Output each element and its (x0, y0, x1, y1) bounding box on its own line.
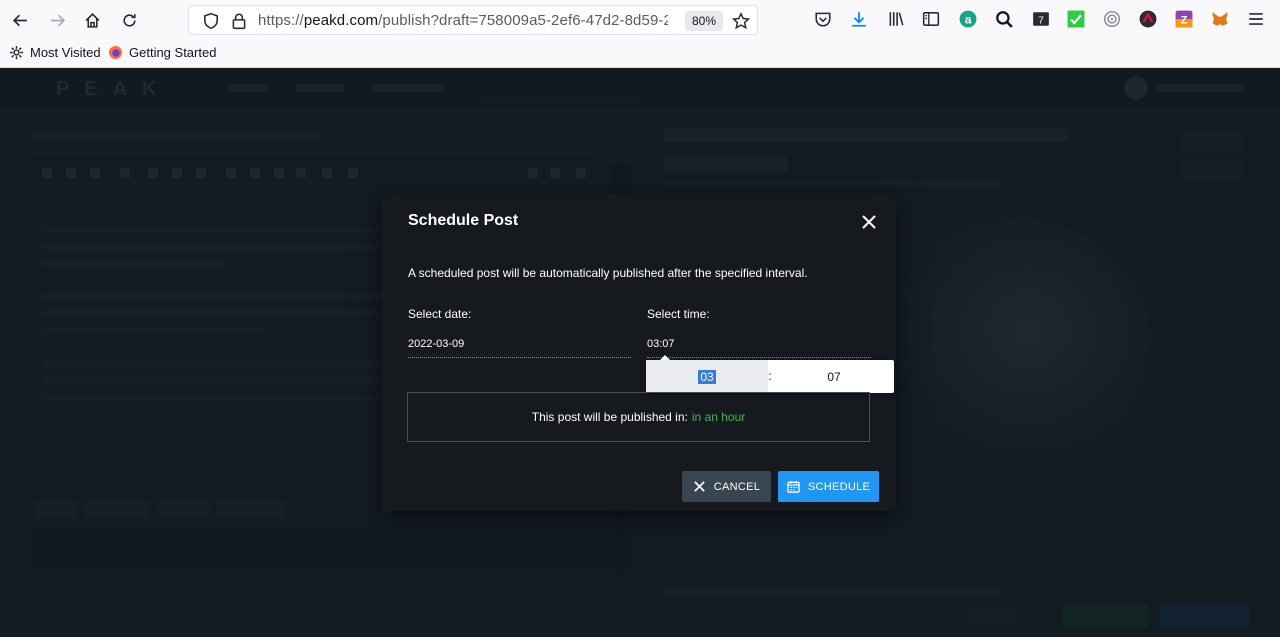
forward-button[interactable] (43, 6, 71, 34)
bookmark-most-visited[interactable]: Most Visited (9, 45, 101, 60)
date-field[interactable]: 2022-03-09 (408, 338, 464, 350)
shield-icon[interactable] (201, 11, 221, 31)
extension-search-icon[interactable] (994, 9, 1014, 29)
minute-input[interactable]: 07 (774, 360, 894, 393)
pocket-icon[interactable] (813, 9, 833, 29)
time-picker-popup: 03 : 07 (646, 355, 894, 393)
bookmark-star-icon[interactable] (731, 11, 751, 31)
svg-text:a: a (965, 13, 972, 27)
home-button[interactable] (78, 6, 106, 34)
reload-button[interactable] (115, 6, 143, 34)
modal-title: Schedule Post (408, 212, 519, 229)
metamask-fox-icon[interactable] (1210, 9, 1230, 29)
publish-countdown-label: This post will be published in: (531, 410, 688, 424)
downloads-icon[interactable] (849, 9, 869, 29)
extension-terminal-icon[interactable]: 7 (1031, 9, 1051, 29)
publish-countdown-box: This post will be published in: in an ho… (407, 392, 870, 442)
firefox-icon (108, 45, 123, 60)
extension-a-icon[interactable]: a (958, 9, 978, 29)
bookmark-label: Getting Started (129, 45, 217, 60)
sidebar-icon[interactable] (921, 9, 941, 29)
hour-value: 03 (698, 369, 716, 384)
reload-icon (122, 13, 136, 27)
hour-input[interactable]: 03 (646, 360, 768, 393)
close-icon (862, 215, 876, 229)
close-icon (694, 481, 705, 492)
gear-icon (9, 45, 24, 60)
hamburger-menu-icon[interactable] (1246, 9, 1266, 29)
modal-description: A scheduled post will be automatically p… (408, 266, 808, 280)
forward-arrow-icon (50, 14, 65, 26)
date-label: Select date: (408, 307, 472, 321)
bookmark-getting-started[interactable]: Getting Started (108, 45, 216, 60)
time-separator: : (768, 369, 772, 383)
date-field-underline (408, 357, 631, 358)
extension-hive-icon[interactable] (1138, 9, 1158, 29)
time-field-underline (647, 357, 871, 358)
svg-text:7: 7 (1038, 16, 1044, 27)
svg-text:Z: Z (1181, 15, 1188, 27)
back-button[interactable] (6, 6, 34, 34)
url-bar[interactable]: https://peakd.com/publish?draft=758009a5… (188, 5, 758, 35)
url-text[interactable]: https://peakd.com/publish?draft=758009a5… (258, 12, 668, 29)
extension-check-icon[interactable] (1066, 9, 1086, 29)
schedule-post-modal: Schedule Post A scheduled post will be a… (382, 194, 896, 511)
extension-broadcast-icon[interactable] (1102, 9, 1122, 29)
bookmarks-bar: Most Visited Getting Started (0, 40, 1280, 68)
extension-z-icon[interactable]: Z (1174, 9, 1194, 29)
lock-icon[interactable] (229, 11, 249, 31)
schedule-button[interactable]: SCHEDULE (778, 471, 879, 502)
time-field[interactable]: 03:07 (647, 338, 675, 350)
schedule-button-label: SCHEDULE (807, 480, 871, 493)
library-icon[interactable] (886, 9, 906, 29)
home-icon (85, 12, 99, 28)
zoom-level-badge[interactable]: 80% (685, 11, 723, 31)
bookmark-label: Most Visited (30, 45, 101, 60)
back-arrow-icon (12, 14, 27, 26)
time-label: Select time: (647, 307, 710, 321)
publish-countdown-value: in an hour (691, 410, 746, 424)
cancel-button[interactable]: CANCEL (682, 471, 771, 502)
calendar-icon (787, 480, 800, 493)
cancel-button-label: CANCEL (713, 480, 761, 493)
browser-toolbar: https://peakd.com/publish?draft=758009a5… (0, 0, 1280, 40)
close-button[interactable] (858, 211, 880, 233)
